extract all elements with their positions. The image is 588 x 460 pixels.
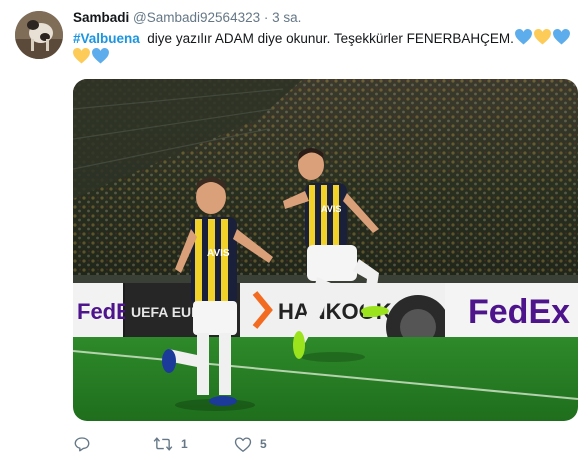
tweet-actions: 1 5 xyxy=(73,433,373,455)
like-count: 5 xyxy=(260,437,267,451)
blue-heart-icon xyxy=(552,29,570,45)
retweet-button[interactable]: 1 xyxy=(153,433,188,455)
hearts-line-2 xyxy=(73,48,111,64)
tweet-media-photo[interactable]: FedEx UEFA EUROPA HANKOOK FedEx AVIS AVI… xyxy=(73,79,578,421)
yellow-heart-icon xyxy=(533,29,551,45)
blue-heart-icon xyxy=(514,29,532,45)
tweet-header: Sambadi @Sambadi92564323 · 3 sa. xyxy=(73,10,301,25)
blue-heart-icon xyxy=(92,48,109,64)
avatar[interactable] xyxy=(15,11,63,59)
heart-icon xyxy=(234,436,252,452)
like-button[interactable]: 5 xyxy=(234,433,267,455)
ad-board-text: FedEx xyxy=(468,293,570,331)
separator-dot: · xyxy=(263,10,269,25)
tweet-text: #Valbuena diye yazılır ADAM diye okunur.… xyxy=(73,28,578,56)
reply-button[interactable] xyxy=(73,433,99,455)
hashtag-link[interactable]: #Valbuena xyxy=(73,31,140,46)
reply-icon xyxy=(74,437,90,452)
jersey-sponsor-text: AVIS xyxy=(321,204,341,214)
author-handle[interactable]: @Sambadi92564323 xyxy=(133,10,260,25)
yellow-heart-icon xyxy=(73,48,90,64)
retweet-icon xyxy=(153,437,173,451)
retweet-count: 1 xyxy=(181,437,188,451)
tweet-body-text: diye yazılır ADAM diye okunur. Teşekkürl… xyxy=(139,31,514,46)
tweet-timestamp[interactable]: 3 sa. xyxy=(272,10,301,25)
author-name[interactable]: Sambadi xyxy=(73,10,129,25)
tweet[interactable]: Sambadi @Sambadi92564323 · 3 sa. #Valbue… xyxy=(0,0,588,460)
jersey-sponsor-text: AVIS xyxy=(207,248,230,259)
